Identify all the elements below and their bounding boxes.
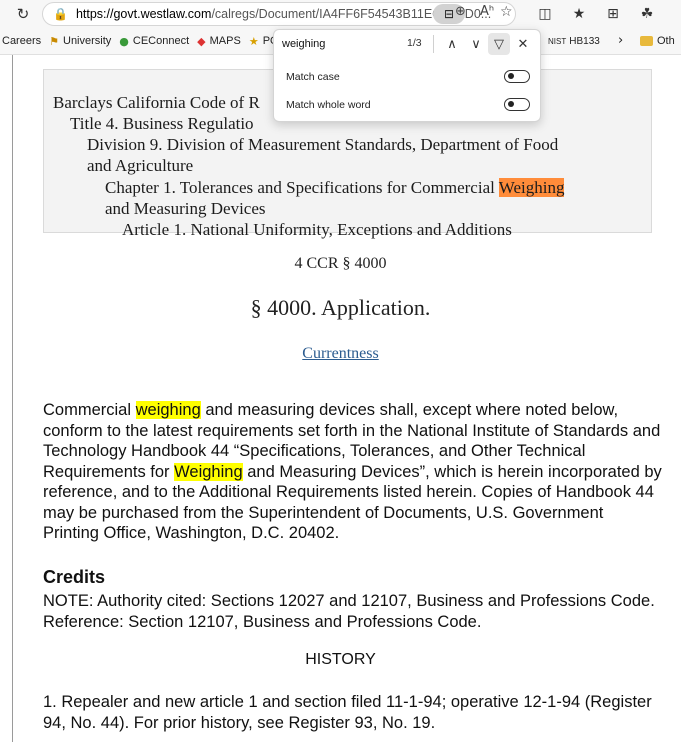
body-text: Commercial bbox=[43, 401, 136, 419]
match-highlight: Weighing bbox=[174, 462, 243, 481]
globe-icon: ● bbox=[119, 34, 129, 48]
toc-article: Article 1. National Uniformity, Exceptio… bbox=[122, 220, 512, 239]
toolbar-right-icons: ◫ ★ ⊞ ☘ bbox=[532, 1, 660, 27]
match-whole-word-label: Match whole word bbox=[286, 99, 371, 111]
refresh-icon[interactable]: ↻ bbox=[10, 1, 36, 27]
history-item: 1. Repealer and new article 1 and sectio… bbox=[43, 693, 652, 732]
bookmark-label: MAPS bbox=[209, 35, 241, 47]
current-match-highlight: Weighing bbox=[498, 178, 565, 197]
nist-label: NIST bbox=[548, 36, 567, 46]
zoom-icon[interactable]: ⊕ bbox=[455, 4, 466, 19]
bookmark-hb133[interactable]: NIST HB133 bbox=[548, 28, 600, 54]
bookmark-label: Careers bbox=[2, 35, 42, 47]
currentness-link[interactable]: Currentness bbox=[0, 345, 681, 363]
toc-chapter-text: Chapter 1. Tolerances and Specifications… bbox=[105, 178, 499, 197]
match-whole-word-toggle[interactable] bbox=[504, 98, 530, 111]
url-text: https://govt.westlaw.com/calregs/Documen… bbox=[76, 7, 491, 21]
map-pin-icon: ◆ bbox=[197, 34, 206, 48]
favorite-star-icon[interactable]: ☆ bbox=[500, 4, 513, 20]
toc-code-name: Barclays California Code of R bbox=[53, 93, 260, 112]
bookmark-university[interactable]: ⚑ University bbox=[49, 35, 111, 48]
match-case-label: Match case bbox=[286, 71, 340, 83]
toc-division-cont: and Agriculture bbox=[87, 156, 194, 175]
bookmark-label: University bbox=[63, 35, 112, 47]
find-bar: 1/3 ∧ ∨ ▽ ✕ Match case Match whole word bbox=[273, 29, 541, 122]
browser-toolbar: ↻ 🔒 https://govt.westlaw.com/calregs/Doc… bbox=[0, 0, 681, 28]
find-match-count: 1/3 bbox=[407, 37, 422, 49]
chevron-right-icon[interactable]: › bbox=[618, 33, 623, 48]
split-screen-icon[interactable]: ◫ bbox=[532, 1, 558, 27]
bookmark-careers[interactable]: Careers bbox=[2, 35, 41, 47]
extensions-icon[interactable]: ☘ bbox=[634, 1, 660, 27]
lock-icon[interactable]: 🔒 bbox=[53, 7, 68, 21]
section-title: § 4000. Application. bbox=[250, 295, 431, 320]
toc-title: Title 4. Business Regulatio bbox=[70, 114, 254, 133]
page-content: Barclays California Code of R Title 4. B… bbox=[0, 55, 681, 742]
bookmark-label: HB133 bbox=[569, 35, 600, 47]
chevron-down-icon[interactable]: ∨ bbox=[465, 33, 487, 55]
address-bar[interactable]: 🔒 https://govt.westlaw.com/calregs/Docum… bbox=[42, 2, 516, 26]
bookmark-label: Oth bbox=[657, 35, 675, 47]
toc-chapter-cont: and Measuring Devices bbox=[105, 199, 266, 218]
favorites-icon[interactable]: ★ bbox=[566, 1, 592, 27]
bookmark-label: CEConnect bbox=[132, 35, 190, 47]
match-case-option: Match case bbox=[274, 62, 540, 92]
match-whole-word-option: Match whole word bbox=[274, 90, 540, 120]
find-input[interactable] bbox=[282, 35, 382, 53]
left-border bbox=[12, 55, 13, 742]
read-aloud-icon[interactable]: Aʰ bbox=[480, 4, 494, 19]
toc-division: Division 9. Division of Measurement Stan… bbox=[87, 135, 559, 154]
toggle-knob bbox=[508, 101, 514, 107]
url-domain: https://govt.westlaw.com bbox=[75, 7, 212, 21]
folder-icon bbox=[640, 36, 653, 46]
divider bbox=[433, 35, 434, 53]
credits-note: NOTE: Authority cited: Sections 12027 an… bbox=[43, 592, 655, 631]
collections-icon[interactable]: ⊞ bbox=[600, 1, 626, 27]
bookmark-other-favorites[interactable]: Oth bbox=[640, 28, 675, 54]
match-highlight: weighing bbox=[135, 401, 201, 419]
section-body: Commercial weighing and measuring device… bbox=[43, 400, 663, 544]
bookmark-ceconnect[interactable]: ● CEConnect bbox=[119, 35, 189, 48]
toggle-knob bbox=[508, 73, 514, 79]
bookmark-maps[interactable]: ◆ MAPS bbox=[197, 35, 241, 48]
graduation-cap-icon: ⚑ bbox=[49, 34, 59, 48]
filter-icon[interactable]: ▽ bbox=[488, 33, 510, 55]
toc-chapter: Chapter 1. Tolerances and Specifications… bbox=[105, 177, 565, 198]
history-heading: HISTORY bbox=[305, 651, 376, 668]
portal-icon: ★ bbox=[248, 34, 259, 48]
close-icon[interactable]: ✕ bbox=[512, 33, 534, 55]
chevron-up-icon[interactable]: ∧ bbox=[441, 33, 463, 55]
match-case-toggle[interactable] bbox=[504, 70, 530, 83]
credits-heading: Credits bbox=[43, 567, 106, 587]
citation: 4 CCR § 4000 bbox=[294, 255, 387, 272]
